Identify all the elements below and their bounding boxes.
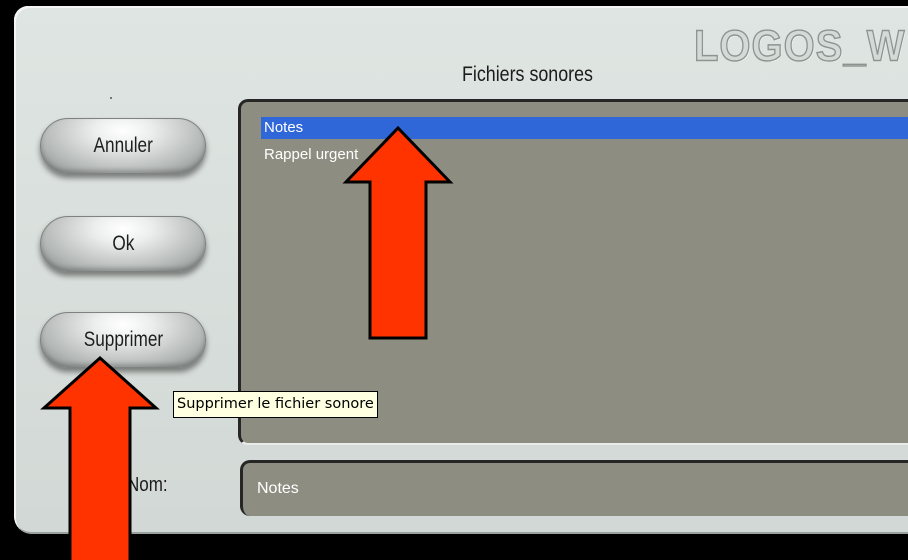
up-arrow-annotation-button xyxy=(40,355,160,560)
cancel-button[interactable]: Annuler xyxy=(40,118,206,174)
name-field[interactable]: Notes xyxy=(240,460,908,516)
dialog-title: Fichiers sonores xyxy=(462,63,593,86)
cancel-button-label: Annuler xyxy=(93,134,153,157)
up-arrow-annotation-list xyxy=(342,125,454,340)
logo: LOGOS_W xyxy=(693,21,906,71)
delete-button-label: Supprimer xyxy=(83,328,163,351)
ok-button-label: Ok xyxy=(111,232,135,255)
delete-tooltip: Supprimer le fichier sonore xyxy=(173,391,378,418)
decorative-dot xyxy=(110,97,112,99)
ok-button[interactable]: Ok xyxy=(40,216,206,272)
